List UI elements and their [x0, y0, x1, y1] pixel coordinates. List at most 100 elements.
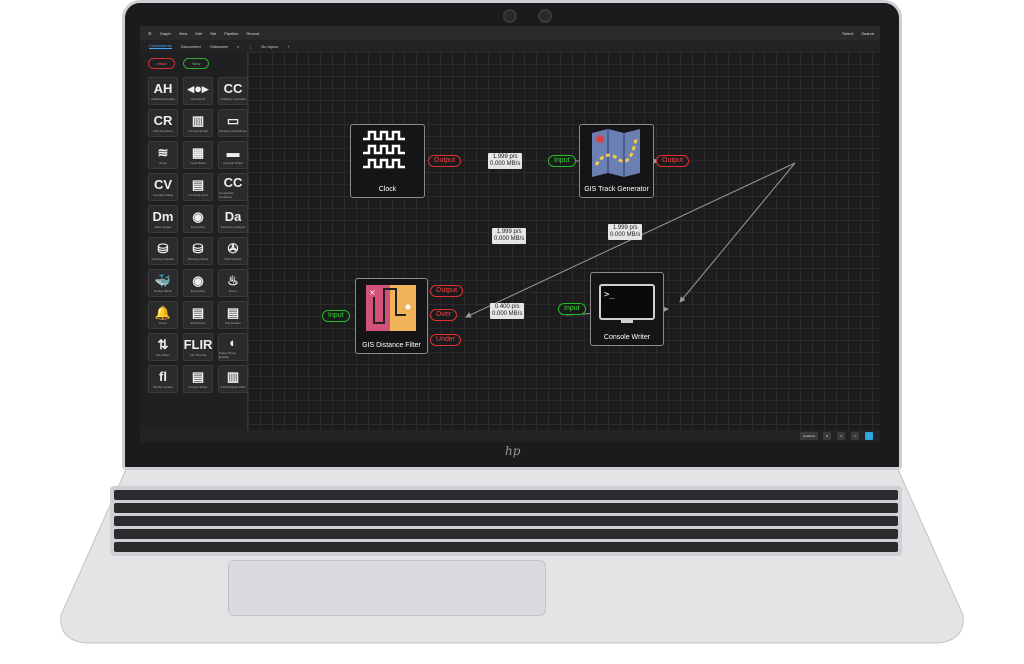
node-title: GIS Distance Filter: [362, 342, 421, 349]
track-output-port[interactable]: Output: [656, 155, 690, 167]
component-tile[interactable]: ▦ Code Block: [183, 141, 213, 169]
clock-wave-icon: [363, 130, 405, 169]
component-tile[interactable]: ▬ Console Writer: [218, 141, 248, 169]
tab-discovered[interactable]: Discovered: [181, 44, 201, 49]
component-tile[interactable]: 🐳 Docker Block: [148, 269, 178, 297]
component-tile[interactable]: CC Collapse Controller: [218, 77, 248, 105]
component-tile[interactable]: ▥ GIS Distance Filter: [218, 365, 248, 393]
clock-output-port[interactable]: Output: [428, 155, 462, 167]
keyboard: [110, 486, 902, 556]
add-tab-icon[interactable]: +: [287, 44, 289, 49]
node-console-writer[interactable]: >_ Console Writer: [590, 272, 664, 346]
menu-edit[interactable]: Edit: [195, 31, 202, 36]
tab-topics[interactable]: No topics: [261, 44, 278, 49]
filter-chip-initial[interactable]: Initial: [148, 58, 176, 69]
component-tile[interactable]: ▤ File Reader: [218, 301, 248, 329]
filter-under-port[interactable]: Under: [430, 334, 462, 346]
track-input-port[interactable]: Input: [548, 155, 576, 167]
component-tile[interactable]: ♨ Event: [218, 269, 248, 297]
component-tile[interactable]: ◐ Flying Drone Enabler: [218, 333, 248, 361]
component-tile[interactable]: CR CRV Renderer: [148, 109, 178, 137]
component-label: Coordinate Combiner: [219, 190, 234, 199]
node-gis-track-generator[interactable]: GIS Track Generator: [579, 124, 654, 198]
component-label: Docker Block: [154, 288, 172, 293]
component-tile[interactable]: ◂●▸ Allocate IP: [183, 77, 213, 105]
component-label: Detection analyzer: [220, 224, 246, 229]
component-tile[interactable]: CV Constant Value: [148, 173, 178, 201]
map-icon: [592, 129, 640, 177]
component-label: Flying Drone Enabler: [219, 350, 237, 359]
component-icon: FLIR: [183, 336, 213, 352]
component-icon: ▤: [226, 304, 240, 320]
component-tile[interactable]: Da Detection analyzer: [218, 205, 248, 233]
component-label: Collapse Controller: [220, 96, 246, 101]
component-icon: ▥: [191, 112, 205, 128]
component-label: Directory Writer: [187, 256, 209, 261]
component-tile[interactable]: ▤ Frames Writer: [183, 365, 213, 393]
component-tile[interactable]: Dm Data merger: [148, 205, 178, 233]
component-label: Directory Reader: [151, 256, 175, 261]
component-tile[interactable]: ⛁ Directory Writer: [183, 237, 213, 265]
node-clock[interactable]: Clock: [350, 124, 425, 198]
component-label: FluxDC sender: [152, 384, 173, 389]
search-icon[interactable]: ⌕: [237, 44, 239, 49]
select-button[interactable]: Select: [842, 31, 853, 36]
svg-text:>_: >_: [604, 290, 615, 300]
component-icon: fl: [159, 368, 167, 384]
component-icon: ▬: [226, 144, 240, 160]
component-tile[interactable]: ▤ Exif Parser: [183, 301, 213, 329]
component-label: Event: [159, 320, 167, 325]
host-badge[interactable]: localhost: [800, 432, 818, 440]
app-menu-icon[interactable]: ☰: [148, 31, 152, 36]
node-gis-distance-filter[interactable]: × GIS Distance Filter: [355, 278, 428, 354]
component-tile[interactable]: FLIR Flir Thermal: [183, 333, 213, 361]
component-tile[interactable]: fl FluxDC sender: [148, 365, 178, 393]
component-grid: AH Additional Header ◂●▸ Allocate IP CC Colla…: [140, 75, 248, 395]
component-tile[interactable]: 🔔 Event: [148, 301, 178, 329]
menu-pipeline[interactable]: Pipeline: [224, 31, 238, 36]
tab-oldmaster[interactable]: Oldmaster: [210, 44, 228, 49]
menu-set[interactable]: Set: [210, 31, 216, 36]
menu-graph[interactable]: Graph: [160, 31, 171, 36]
component-icon: AH: [153, 80, 173, 96]
rate-label-track-filter: 1.999 p/s 0.000 MB/s: [492, 228, 527, 244]
tab-components[interactable]: Components: [149, 43, 172, 49]
more-icon[interactable]: ⋮: [248, 44, 252, 49]
info-icon[interactable]: ?: [865, 432, 873, 440]
filter-chip-new[interactable]: New: [183, 58, 210, 69]
component-icon: CR: [153, 112, 173, 128]
feed-icon[interactable]: ≋: [823, 432, 831, 440]
console-icon: >_: [599, 284, 655, 323]
component-icon: ◉: [192, 272, 204, 288]
component-icon: ⛁: [192, 240, 204, 256]
component-icon: ✇: [227, 240, 239, 256]
search-button[interactable]: Search: [861, 31, 874, 36]
component-label: Camera Model: [188, 128, 208, 133]
component-tile[interactable]: ⇅ File Writer: [148, 333, 178, 361]
component-tile[interactable]: ✇ Disk Cleaner: [218, 237, 248, 265]
chat-icon[interactable]: ▭: [851, 432, 859, 440]
component-tile[interactable]: CC Coordinate Combiner: [218, 173, 248, 201]
console-input-port[interactable]: Input: [558, 303, 586, 315]
component-icon: 🐳: [154, 272, 172, 288]
component-tile[interactable]: ▥ Camera Model: [183, 109, 213, 137]
component-tile[interactable]: AH Additional Header: [148, 77, 178, 105]
rate-label-clock-track: 1.999 p/s 0.000 MB/s: [488, 153, 523, 169]
component-tile[interactable]: ⛁ Directory Reader: [148, 237, 178, 265]
component-icon: ▦: [191, 144, 205, 160]
shuffle-icon[interactable]: ⤨: [837, 432, 845, 440]
component-tile[interactable]: ◉ Encryption: [183, 269, 213, 297]
menu-view[interactable]: View: [179, 31, 188, 36]
graph-canvas[interactable]: Clock Output GIS Track Generator Input O…: [248, 52, 880, 430]
component-tile[interactable]: ≋ Clock: [148, 141, 178, 169]
filter-output-port[interactable]: Output: [430, 285, 464, 297]
filter-over-port[interactable]: Over: [430, 309, 458, 321]
keyboard-keys: [114, 490, 898, 552]
webcam-icon: [503, 9, 517, 23]
filter-input-port[interactable]: Input: [322, 310, 350, 322]
component-tile[interactable]: ◉ Decryption: [183, 205, 213, 233]
component-label: File Writer: [156, 352, 170, 357]
component-tile[interactable]: ▤ Constant word: [183, 173, 213, 201]
record-button[interactable]: Record: [246, 31, 259, 36]
component-tile[interactable]: ▭ Cleanup transformer: [218, 109, 248, 137]
